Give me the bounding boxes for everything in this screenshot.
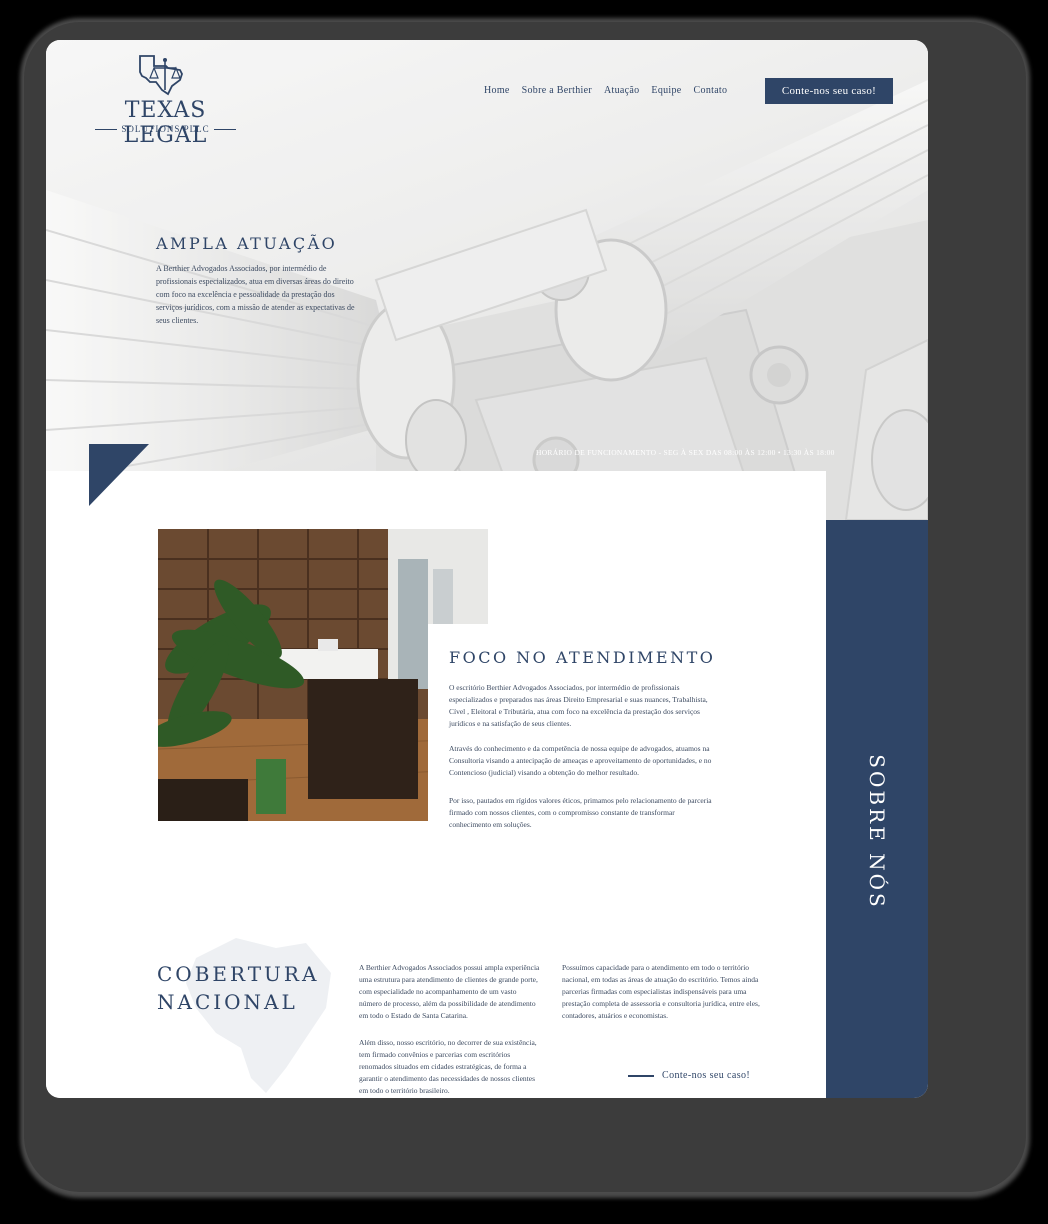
foco-paragraph-1: O escritório Berthier Advogados Associad… [449,683,708,728]
main-nav: Home Sobre a Berthier Atuação Equipe Con… [484,85,727,96]
business-hours: HORÁRIO DE FUNCIONAMENTO - SEG À SEX DAS… [536,448,835,457]
cobertura-cta-label: Conte-nos seu caso! [662,1070,751,1081]
nav-item-atuacao[interactable]: Atuação [604,85,639,96]
cobertura-col1-paragraph-2: Além disso, nosso escritório, no decorre… [359,1038,537,1095]
hero-section: TEXAS LEGAL SOLUTIONS PLLC Home Sobre a … [46,40,928,520]
brand-subtitle: SOLUTIONS PLLC [88,124,243,134]
texas-scales-icon [139,55,183,96]
cobertura-title-line2: NACIONAL [157,990,298,1014]
cobertura-title: COBERTURA NACIONAL [157,960,319,1016]
contact-cta-button[interactable]: Conte-nos seu caso! [765,78,893,104]
sidebar-label: SOBRE NÓS [865,754,889,910]
nav-item-contato[interactable]: Contato [694,85,728,96]
brand-logo[interactable]: TEXAS LEGAL SOLUTIONS PLLC [88,48,243,148]
cta-line [628,1074,654,1077]
cobertura-col1-paragraph-1: A Berthier Advogados Associados possui a… [359,963,540,1020]
cobertura-col2-paragraph: Possuímos capacidade para o atendimento … [562,963,760,1020]
hero-title: AMPLA ATUAÇÃO [156,234,338,253]
cobertura-cta-link[interactable]: Conte-nos seu caso! [628,1070,750,1081]
decorative-triangle [89,444,149,506]
brand-name: TEXAS LEGAL [123,98,208,148]
sidebar-label-block: SOBRE NÓS [852,754,902,920]
hero-description: A Berthier Advogados Associados, por int… [156,264,355,325]
cobertura-title-line1: COBERTURA [157,962,320,986]
foco-paragraph-2: Através do conhecimento e da competência… [449,744,712,777]
nav-item-equipe[interactable]: Equipe [651,85,681,96]
website-page: TEXAS LEGAL SOLUTIONS PLLC Home Sobre a … [46,40,928,1098]
nav-item-sobre[interactable]: Sobre a Berthier [522,85,592,96]
foco-title: FOCO NO ATENDIMENTO [449,648,716,667]
foco-paragraph-3: Por isso, pautados em rígidos valores ét… [449,796,712,829]
nav-item-home[interactable]: Home [484,85,510,96]
